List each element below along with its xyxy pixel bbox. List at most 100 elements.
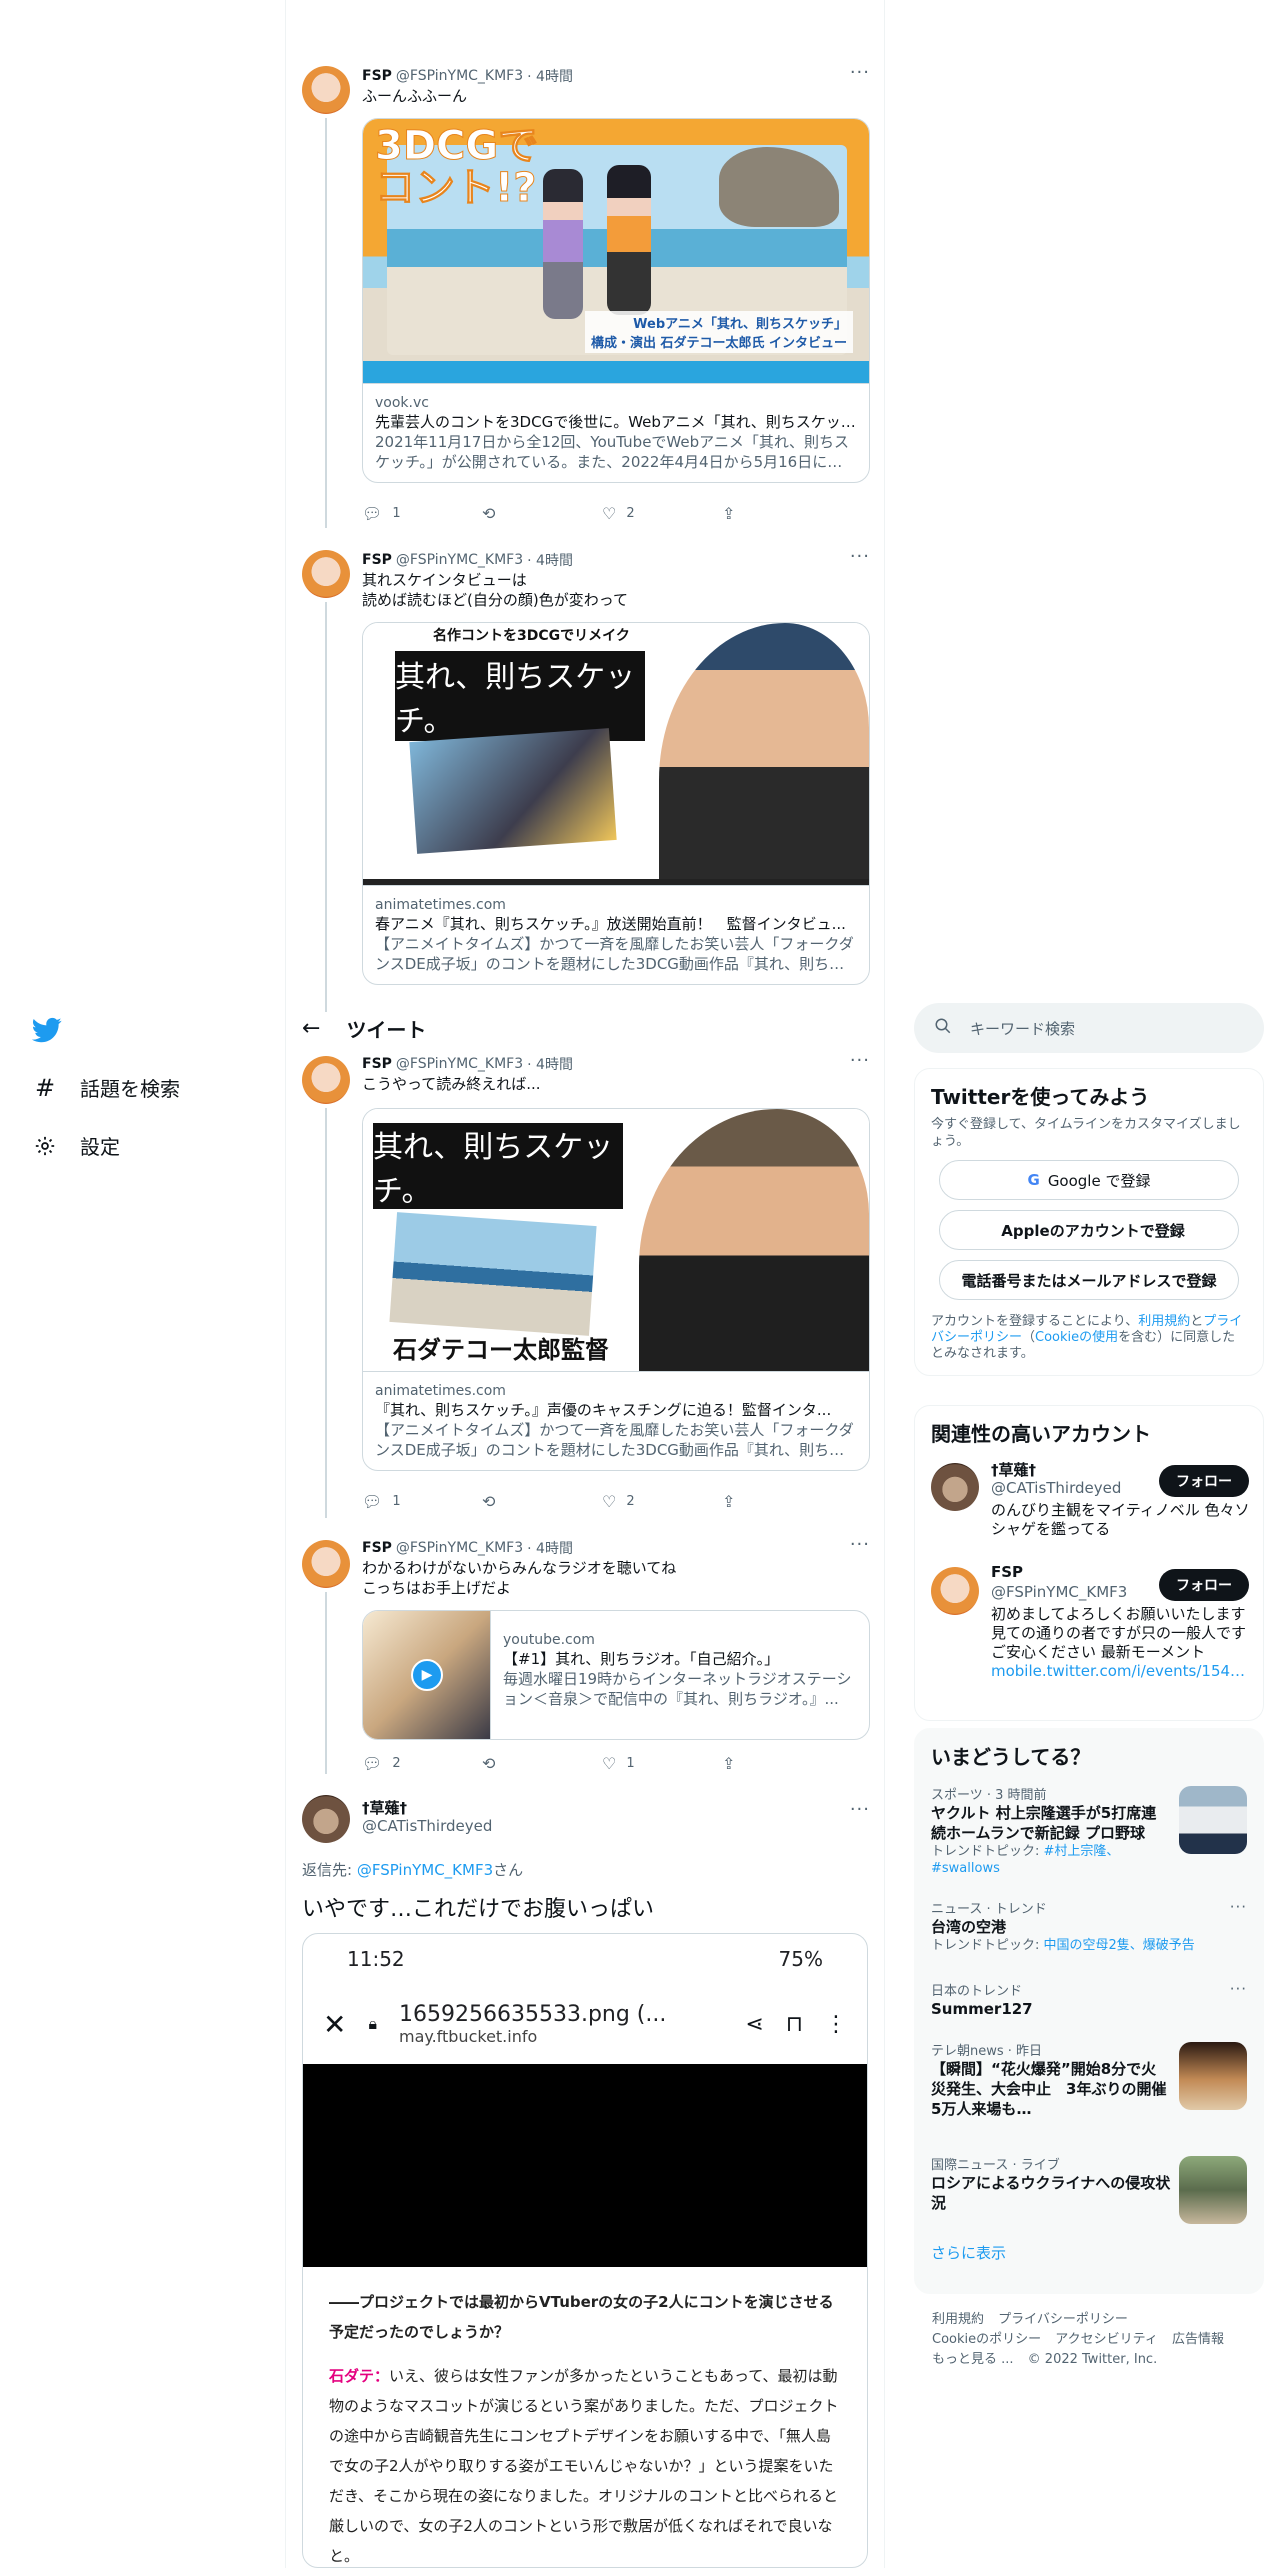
share-icon: ⋖: [745, 2011, 764, 2037]
phone-signup-button[interactable]: 電話番号またはメールアドレスで登録: [939, 1260, 1239, 1300]
trends-title: いまどうしてる？: [931, 1745, 1091, 1769]
legal-text: （: [1022, 1330, 1036, 1345]
footer-link[interactable]: Cookieのポリシー: [932, 2332, 1041, 2347]
account-name[interactable]: †草薙†: [991, 1459, 1036, 1480]
avatar[interactable]: [302, 66, 350, 114]
follow-button[interactable]: フォロー: [1159, 1465, 1249, 1497]
like-button[interactable]: ♡ 2: [602, 1492, 662, 1511]
apple-signup-button[interactable]: Appleのアカウントで登録: [939, 1210, 1239, 1250]
signup-panel: Twitterを使ってみよう 今すぐ登録して、タイムラインをカスタマイズしましょ…: [914, 1068, 1264, 1376]
legal-text: と: [1190, 1314, 1204, 1329]
trend-hashtags[interactable]: 中国の空母2隻、爆破予告: [1044, 1938, 1195, 1953]
footer-link[interactable]: プライバシーポリシー: [998, 2312, 1128, 2327]
search-input[interactable]: キーワード検索: [970, 1018, 1075, 1039]
thread-line: [325, 1592, 327, 1774]
more-icon[interactable]: ···: [850, 546, 870, 567]
footer-more-link[interactable]: もっと見る ...: [932, 2352, 1014, 2367]
tweet[interactable]: FSP @FSPinYMC_KMF3 · 4時間 ··· 其れスケインタビューは…: [286, 542, 886, 1012]
card-image-logo: 其れ、則ちスケッチ。: [373, 1123, 623, 1209]
footer-link[interactable]: 広告情報: [1172, 2332, 1224, 2347]
character-figure: [607, 165, 651, 315]
avatar[interactable]: [302, 1056, 350, 1104]
google-signup-button[interactable]: G Google で登録: [939, 1160, 1239, 1200]
tweet-author-name[interactable]: FSP: [362, 1540, 392, 1556]
cookie-link[interactable]: Cookieの使用: [1035, 1330, 1118, 1345]
trend-item[interactable]: 日本のトレンド Summer127 ···: [915, 1972, 1263, 2032]
terms-link[interactable]: 利用規約: [1138, 1314, 1190, 1329]
tweet[interactable]: FSP @FSPinYMC_KMF3 · 4時間 ··· わかるわけがないからみ…: [286, 1534, 886, 1774]
trends-panel: いまどうしてる？ スポーツ · 3 時間前 ヤクルト 村上宗隆選手が5打席連続ホ…: [914, 1728, 1264, 2294]
nav-explore[interactable]: # 話題を検索: [32, 1073, 180, 1102]
google-signup-label: Google で登録: [1047, 1171, 1151, 1190]
account-row[interactable]: †草薙† @CATisThirdeyed のんびり主観をマイティノベル 色々ソシ…: [915, 1459, 1263, 1563]
tweet-time[interactable]: · 4時間: [527, 66, 573, 86]
more-icon[interactable]: ···: [1230, 1898, 1247, 1916]
play-icon[interactable]: ▶: [411, 1659, 443, 1691]
avatar[interactable]: [302, 1795, 350, 1843]
share-button[interactable]: ⇪: [722, 504, 782, 523]
more-icon[interactable]: ···: [1230, 1980, 1247, 1998]
more-icon[interactable]: ···: [850, 1534, 870, 1555]
tweet-author-name[interactable]: †草薙†: [362, 1797, 407, 1818]
link-card[interactable]: 其れ、則ちスケッチ。 石ダテコー太郎監督 animatetimes.com 『其…: [362, 1108, 870, 1471]
reply-suffix: さん: [493, 1861, 524, 1879]
avatar[interactable]: [931, 1567, 979, 1615]
share-button[interactable]: ⇪: [722, 1492, 782, 1511]
footer-link[interactable]: アクセシビリティ: [1055, 2332, 1158, 2347]
footer-link[interactable]: 利用規約: [932, 2312, 984, 2327]
twitter-logo-icon[interactable]: [31, 1015, 62, 1045]
card-image-subtitle: Webアニメ「其れ、則ちスケッチ」 構成・演出 石ダテコー太郎氏 インタビュー: [584, 311, 853, 353]
tweet-time[interactable]: · 4時間: [527, 1054, 573, 1074]
card-title: 春アニメ『其れ、則ちスケッチ。』放送開始直前！ 監督インタビュ...: [375, 915, 846, 933]
account-bio-link[interactable]: mobile.twitter.com/i/events/15477...: [991, 1662, 1253, 1681]
link-card[interactable]: ▶ youtube.com 【#1】其れ、則ちラジオ。「自己紹介。」 毎週水曜日…: [362, 1610, 870, 1740]
avatar[interactable]: [931, 1463, 979, 1511]
account-name[interactable]: FSP: [991, 1563, 1023, 1581]
like-button[interactable]: ♡ 2: [602, 504, 662, 523]
more-icon[interactable]: ···: [850, 1050, 870, 1071]
retweet-button[interactable]: ⟲: [482, 504, 542, 523]
trend-item[interactable]: テレ朝news · 昨日 【瞬間】“花火爆発”開始8分で火災発生、大会中止 3年…: [915, 2032, 1263, 2146]
nav-settings[interactable]: 設定: [32, 1131, 120, 1160]
tweet-author-name[interactable]: FSP: [362, 1056, 392, 1072]
tweet-author-handle[interactable]: @FSPinYMC_KMF3: [396, 1056, 523, 1072]
trend-item[interactable]: スポーツ · 3 時間前 ヤクルト 村上宗隆選手が5打席連続ホームランで新記録 …: [915, 1776, 1263, 1890]
trend-item[interactable]: 国際ニュース · ライブ ロシアによるウクライナへの侵攻状況: [915, 2146, 1263, 2226]
reply-to-link[interactable]: @FSPinYMC_KMF3: [357, 1861, 493, 1879]
more-icon[interactable]: ···: [850, 1799, 870, 1820]
avatar[interactable]: [302, 1540, 350, 1588]
tweet-author-handle[interactable]: @FSPinYMC_KMF3: [396, 1540, 523, 1556]
tweet-author-handle[interactable]: @FSPinYMC_KMF3: [396, 552, 523, 568]
tweet-author-handle[interactable]: @FSPinYMC_KMF3: [396, 68, 523, 84]
retweet-button[interactable]: ⟲: [482, 1754, 542, 1773]
search-box[interactable]: キーワード検索: [914, 1003, 1264, 1053]
tweet-time[interactable]: · 4時間: [527, 1538, 573, 1558]
reply-button[interactable]: 💬︎ 1: [362, 504, 422, 523]
tweet-author-name[interactable]: FSP: [362, 552, 392, 568]
card-description: 毎週水曜日19時からインターネットラジオステーション＜音泉＞で配信中の『其れ、則…: [503, 1670, 852, 1708]
lock-icon: 🔒︎: [368, 2014, 377, 2033]
reply-button[interactable]: 💬︎ 1: [362, 1492, 422, 1511]
link-card[interactable]: 3DCGで コント!? Webアニメ「其れ、則ちスケッチ」 構成・演出 石ダテコ…: [362, 118, 870, 483]
retweet-button[interactable]: ⟲: [482, 1492, 542, 1511]
reply-icon: 💬︎: [362, 1492, 383, 1511]
tweet[interactable]: FSP @FSPinYMC_KMF3 · 4時間 ··· ふーんふふーん 3DC…: [286, 58, 886, 528]
link-card[interactable]: 名作コントを3DCGでリメイク 其れ、則ちスケッチ。 animatetimes.…: [362, 622, 870, 985]
show-more-link[interactable]: さらに表示: [915, 2226, 1263, 2279]
share-button[interactable]: ⇪: [722, 1754, 782, 1773]
like-button[interactable]: ♡ 1: [602, 1754, 662, 1773]
attached-image[interactable]: 11:52 75% ✕ 🔒︎ 1659256635533.png (... ma…: [302, 1933, 868, 2568]
avatar[interactable]: [302, 550, 350, 598]
account-row[interactable]: FSP @FSPinYMC_KMF3 初めましてよろしくお願いいたします 見ての…: [915, 1563, 1263, 1703]
reply-button[interactable]: 💬︎ 2: [362, 1754, 422, 1773]
tweet-time[interactable]: · 4時間: [527, 550, 573, 570]
follow-button[interactable]: フォロー: [1159, 1569, 1249, 1601]
tweet-author-name[interactable]: FSP: [362, 68, 392, 84]
back-arrow-icon[interactable]: ←: [302, 1016, 320, 1041]
more-icon[interactable]: ···: [850, 62, 870, 83]
card-meta: animatetimes.com 『其れ、則ちスケッチ。』声優のキャスチングに迫…: [363, 1371, 869, 1470]
tweet[interactable]: FSP @FSPinYMC_KMF3 · 4時間 ··· こうやって読み終えれば…: [286, 1050, 886, 1520]
tweet-author-handle[interactable]: @CATisThirdeyed: [362, 1817, 492, 1835]
trend-item[interactable]: ニュース · トレンド 台湾の空港 トレンドトピック: 中国の空母2隻、爆破予告…: [915, 1890, 1263, 1972]
footer-copyright: © 2022 Twitter, Inc.: [1027, 2352, 1158, 2367]
